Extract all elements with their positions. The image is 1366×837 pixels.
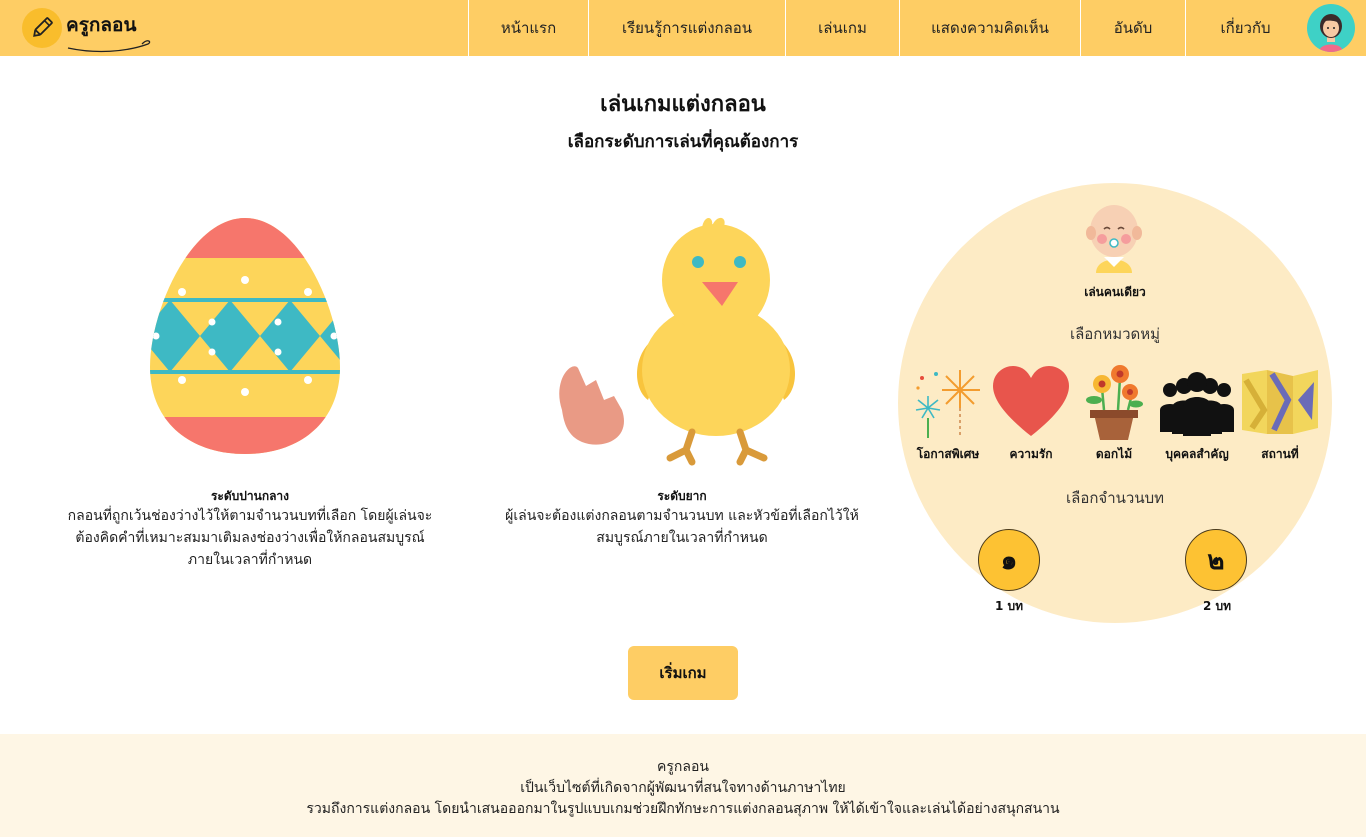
mode-label: เล่นคนเดียว <box>1084 285 1146 299</box>
category-important-people[interactable] <box>1158 370 1236 436</box>
fireworks-icon <box>915 370 980 438</box>
count-one-label: 1 บท <box>994 599 1024 613</box>
description-line: ผู้เล่นจะต้องแต่งกลอนตามจำนวนบท และหัวข้… <box>505 508 859 524</box>
page-subtitle: เลือกระดับการเล่นที่คุณต้องการ <box>567 132 799 152</box>
category-flowers[interactable] <box>1084 364 1144 440</box>
nav-label: เล่นเกม <box>818 19 867 37</box>
nav-comments[interactable]: แสดงความคิดเห็น <box>899 0 1080 56</box>
baby-icon[interactable] <box>1084 197 1144 273</box>
pencil-icon <box>22 8 62 48</box>
user-avatar-icon[interactable] <box>1307 4 1355 52</box>
nav-label: เรียนรู้การแต่งกลอน <box>621 19 753 37</box>
footer-site-name: ครูกลอน <box>657 759 709 775</box>
nav-ranking[interactable]: อันดับ <box>1080 0 1185 56</box>
nav-label: อันดับ <box>1113 19 1153 37</box>
people-icon <box>1160 372 1234 436</box>
description-line: ต้องคิดคำที่เหมาะสมมาเติมลงช่องว่างเพื่อ… <box>75 530 425 546</box>
nav-label: หน้าแรก <box>500 19 557 37</box>
footer-line: รวมถึงการแต่งกลอน โดยนำเสนอออกมาในรูปแบบ… <box>306 801 1060 817</box>
description-line: ภายในเวลาที่กำหนด <box>187 552 313 568</box>
level-hard-name: ระดับยาก <box>657 489 707 503</box>
nav-label: เกี่ยวกับ <box>1220 19 1271 37</box>
level-medium-name: ระดับปานกลาง <box>210 489 290 503</box>
category-places[interactable] <box>1242 370 1318 434</box>
level-medium-description: กลอนที่ถูกเว้นช่องว่างไว้ให้ตามจำนวนบทที… <box>30 505 470 571</box>
top-navigation-bar: ครูกลอน หน้าแรก เรียนรู้การแต่งกลอน เล่น… <box>0 0 1366 56</box>
category-label: สถานที่ <box>1261 447 1299 461</box>
level-hard-description: ผู้เล่นจะต้องแต่งกลอนตามจำนวนบท และหัวข้… <box>472 505 892 549</box>
level-medium-card[interactable] <box>140 212 350 462</box>
level-hard-card[interactable] <box>552 210 802 468</box>
nav-play-game[interactable]: เล่นเกม <box>785 0 899 56</box>
logo-swash-icon <box>67 40 151 53</box>
category-heading: เลือกหมวดหมู่ <box>1069 325 1161 343</box>
category-love[interactable] <box>993 366 1069 440</box>
main-nav: หน้าแรก เรียนรู้การแต่งกลอน เล่นเกม แสดง… <box>468 0 1305 56</box>
count-heading: เลือกจำนวนบท <box>1066 489 1164 507</box>
page-title: เล่นเกมแต่งกลอน <box>600 92 766 117</box>
nav-home[interactable]: หน้าแรก <box>468 0 588 56</box>
description-line: กลอนที่ถูกเว้นช่องว่างไว้ให้ตามจำนวนบทที… <box>67 508 433 524</box>
heart-icon <box>993 366 1069 436</box>
count-two-button[interactable]: ๒ <box>1185 529 1247 591</box>
easter-egg-icon <box>150 218 340 454</box>
count-one-button[interactable]: ๑ <box>978 529 1040 591</box>
nav-learn[interactable]: เรียนรู้การแต่งกลอน <box>588 0 785 56</box>
category-special-occasion[interactable] <box>912 366 988 440</box>
footer-line: เป็นเว็บไซต์ที่เกิดจากผู้พัฒนาที่สนใจทาง… <box>520 780 846 796</box>
nav-label: แสดงความคิดเห็น <box>931 19 1049 37</box>
map-icon <box>1242 370 1318 434</box>
description-line: สมบูรณ์ภายในเวลาที่กำหนด <box>596 530 768 546</box>
start-game-button[interactable]: เริ่มเกม <box>628 646 738 700</box>
count-two-label: 2 บท <box>1202 599 1232 613</box>
flower-pot-icon <box>1086 365 1143 440</box>
site-footer: ครูกลอน เป็นเว็บไซต์ที่เกิดจากผู้พัฒนาที… <box>0 734 1366 837</box>
nav-about[interactable]: เกี่ยวกับ <box>1185 0 1305 56</box>
chick-icon <box>559 217 795 466</box>
site-logo[interactable]: ครูกลอน <box>22 6 162 53</box>
